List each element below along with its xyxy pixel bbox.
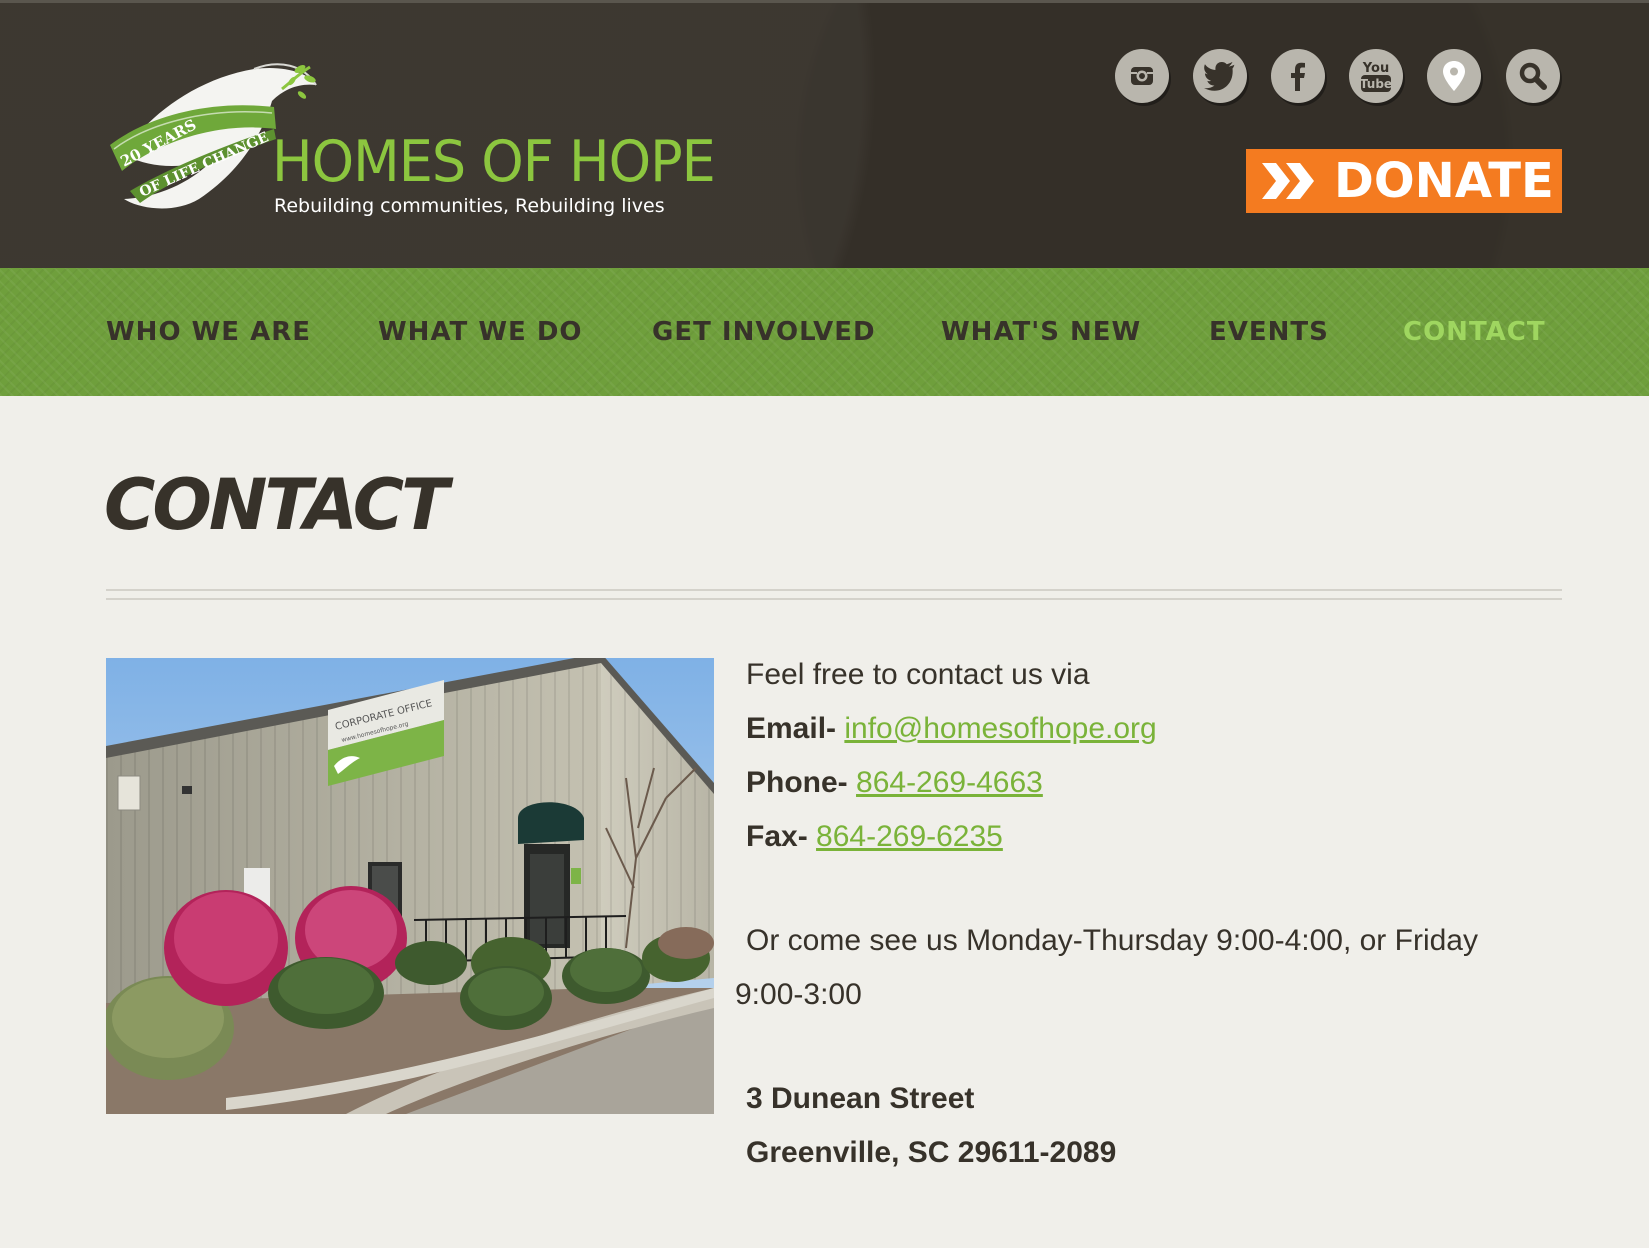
fax-link[interactable]: 864-269-6235 bbox=[816, 820, 1003, 853]
site-header: 20 YEARS OF LIFE CHANGE HOMES OF HOPE Re… bbox=[0, 0, 1649, 268]
email-row: Email- info@homesofhope.org bbox=[746, 714, 1157, 744]
email-link[interactable]: info@homesofhope.org bbox=[844, 712, 1156, 745]
chevrons-right-icon bbox=[1262, 163, 1314, 199]
divider bbox=[106, 589, 1562, 591]
site-logo[interactable]: 20 YEARS OF LIFE CHANGE HOMES OF HOPE Re… bbox=[104, 59, 716, 224]
donate-button[interactable]: DONATE bbox=[1246, 149, 1562, 213]
search-icon[interactable] bbox=[1506, 49, 1560, 103]
divider bbox=[106, 598, 1562, 600]
phone-row: Phone- 864-269-4663 bbox=[746, 768, 1043, 798]
instagram-icon[interactable] bbox=[1115, 49, 1169, 103]
logo-title: HOMES OF HOPE bbox=[272, 128, 716, 195]
nav-item-get-involved[interactable]: GET INVOLVED bbox=[652, 268, 876, 396]
hours-line-1: Or come see us Monday-Thursday 9:00-4:00… bbox=[746, 924, 1478, 957]
email-label: Email- bbox=[746, 712, 837, 745]
contact-intro: Feel free to contact us via bbox=[746, 658, 1090, 691]
address-city: Greenville, SC 29611-2089 bbox=[746, 1136, 1117, 1169]
hours-line-2: 9:00-3:00 bbox=[735, 978, 862, 1011]
office-photo: CORPORATE OFFICE www.homesofhope.org bbox=[106, 658, 714, 1114]
youtube-icon[interactable]: You Tube bbox=[1349, 49, 1403, 103]
page-title: CONTACT bbox=[104, 464, 449, 546]
svg-text:You: You bbox=[1362, 61, 1389, 76]
nav-item-what-we-do[interactable]: WHAT WE DO bbox=[378, 268, 583, 396]
nav-item-events[interactable]: EVENTS bbox=[1209, 268, 1329, 396]
nav-item-whats-new[interactable]: WHAT'S NEW bbox=[941, 268, 1141, 396]
address-street: 3 Dunean Street bbox=[746, 1082, 975, 1115]
phone-link[interactable]: 864-269-4663 bbox=[856, 766, 1043, 799]
fax-label: Fax- bbox=[746, 820, 808, 853]
nav-item-who-we-are[interactable]: WHO WE ARE bbox=[106, 268, 311, 396]
twitter-icon[interactable] bbox=[1193, 49, 1247, 103]
main-nav: WHO WE ARE WHAT WE DO GET INVOLVED WHAT'… bbox=[0, 268, 1649, 396]
map-pin-icon[interactable] bbox=[1427, 49, 1481, 103]
svg-text:Tube: Tube bbox=[1360, 77, 1392, 91]
phone-label: Phone- bbox=[746, 766, 848, 799]
fax-row: Fax- 864-269-6235 bbox=[746, 822, 1003, 852]
donate-label: DONATE bbox=[1334, 153, 1554, 209]
logo-tagline: Rebuilding communities, Rebuilding lives bbox=[274, 195, 665, 217]
facebook-icon[interactable] bbox=[1271, 49, 1325, 103]
nav-item-contact[interactable]: CONTACT bbox=[1403, 268, 1546, 396]
page: 20 YEARS OF LIFE CHANGE HOMES OF HOPE Re… bbox=[0, 0, 1649, 1248]
